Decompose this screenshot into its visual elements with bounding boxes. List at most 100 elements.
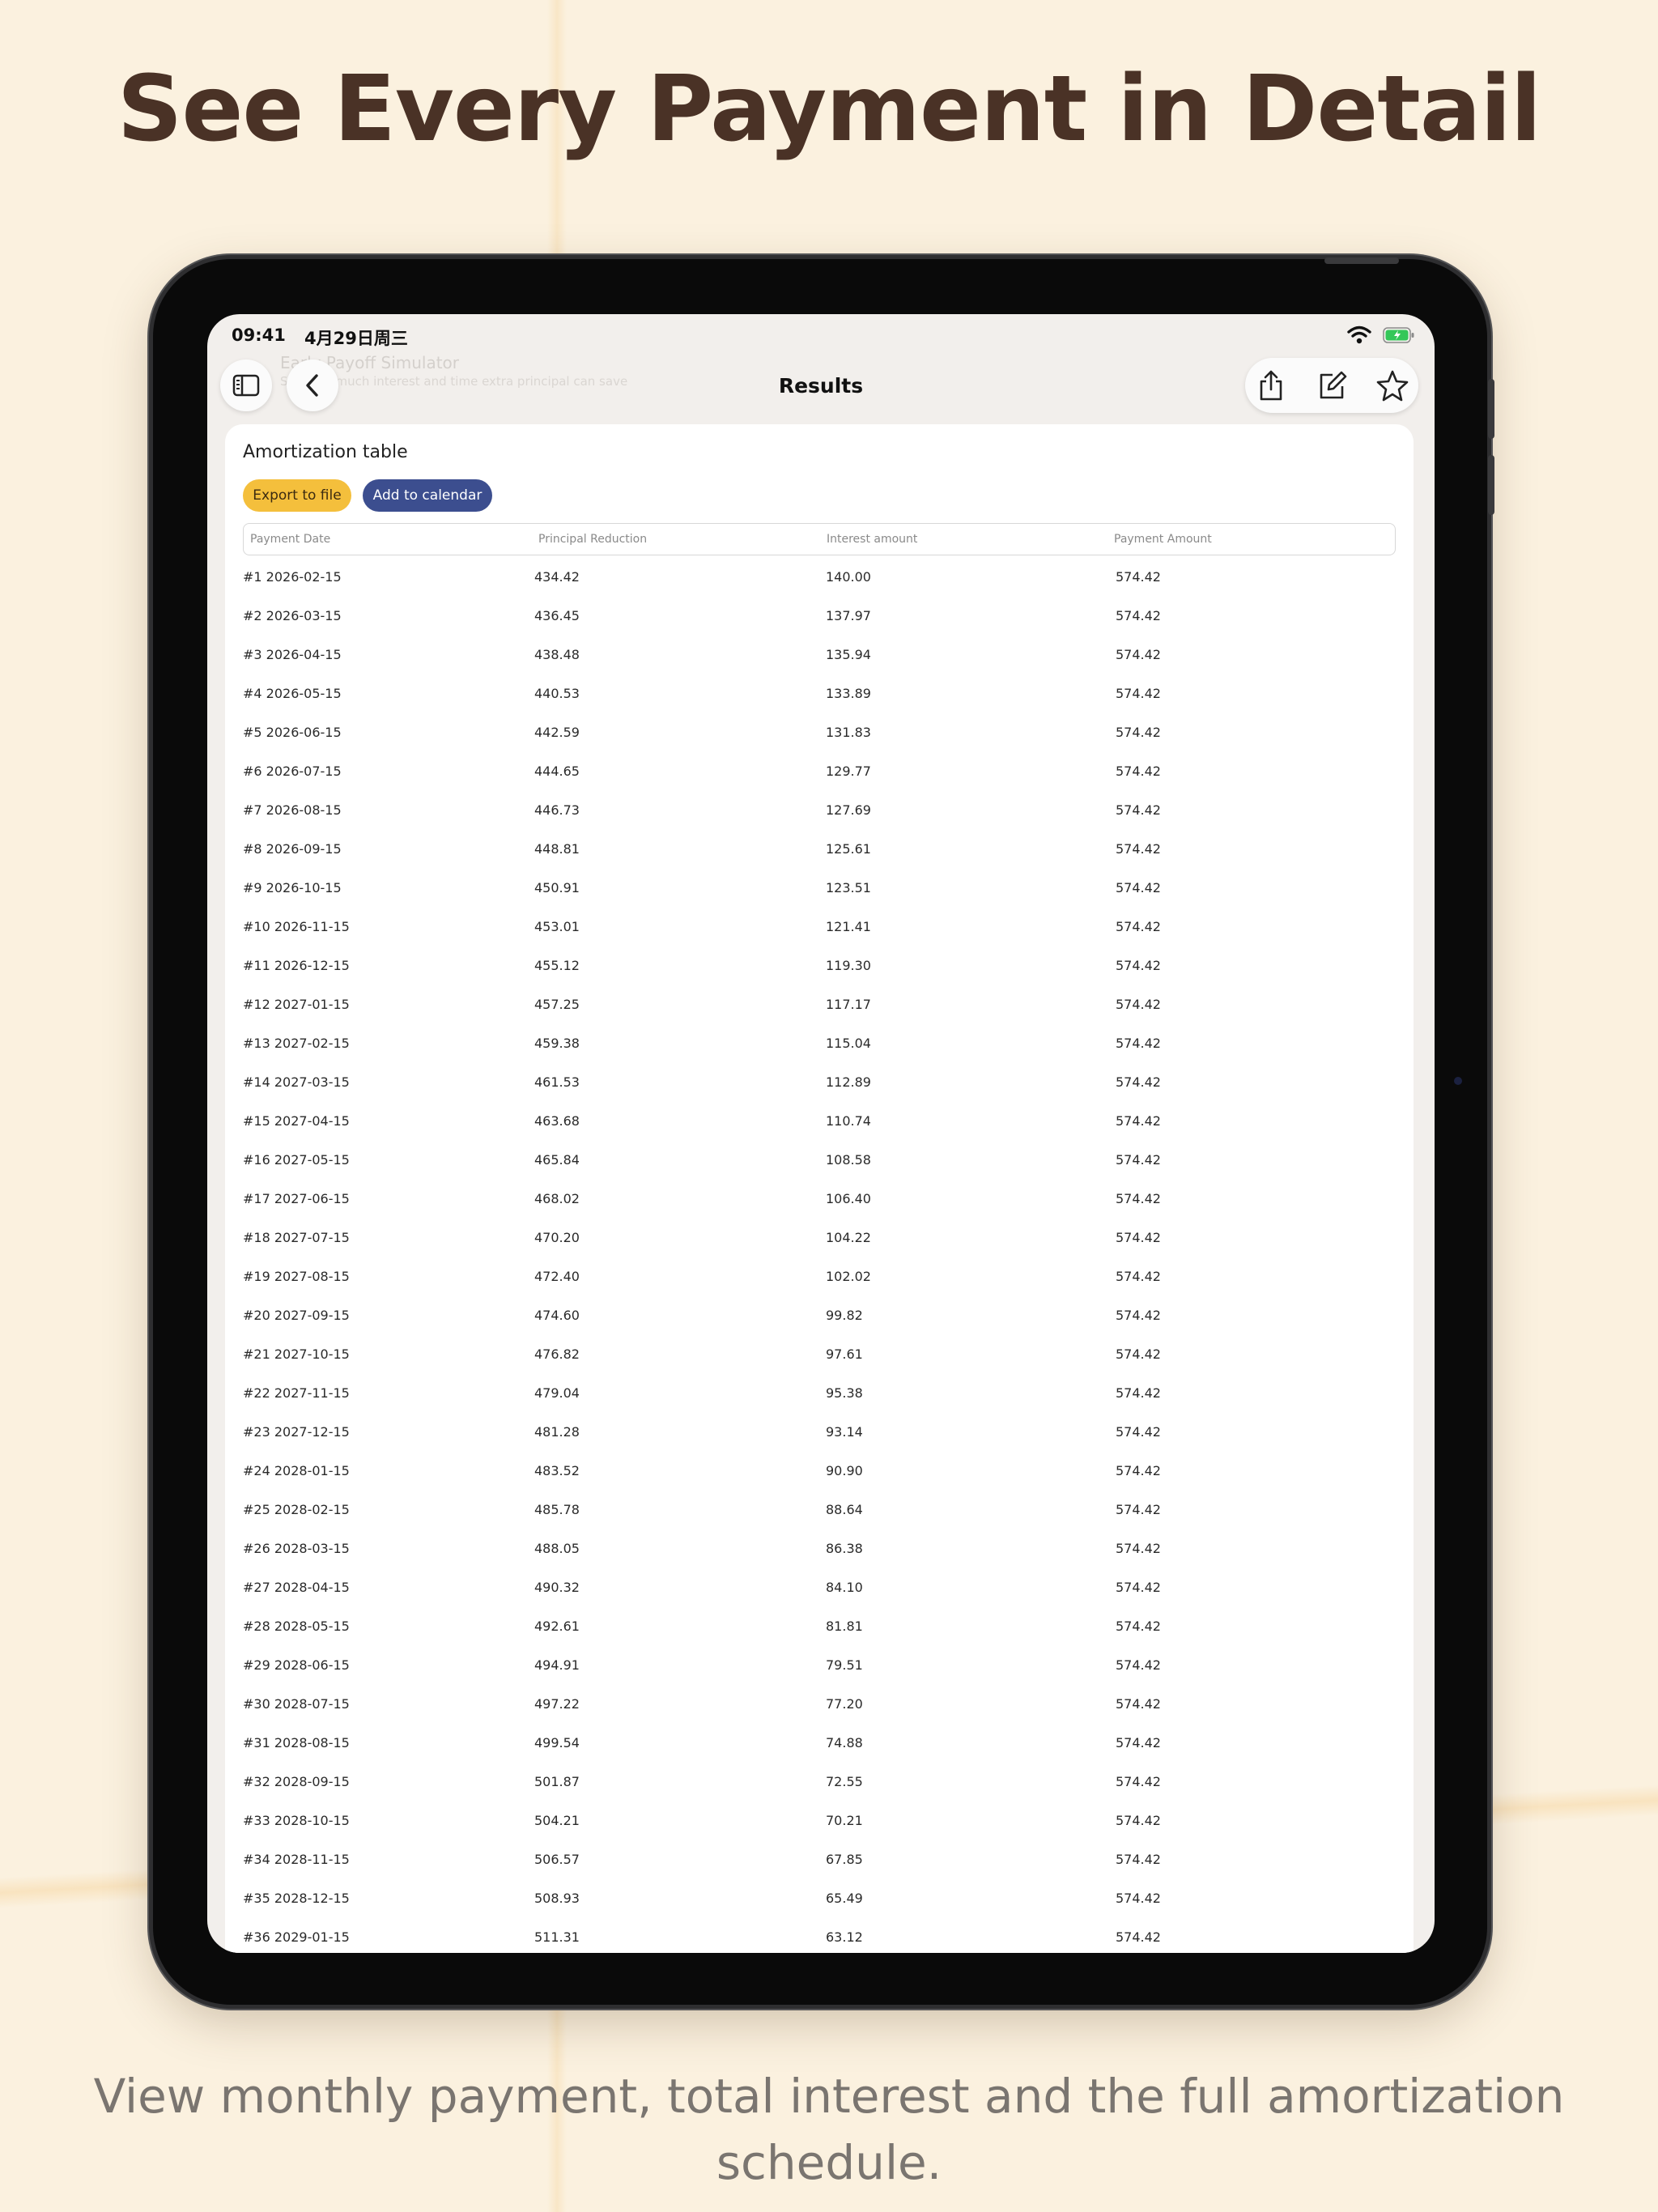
table-row: #33 2028-10-15 504.21 70.21 574.42 bbox=[243, 1799, 1396, 1838]
export-to-file-button[interactable]: Export to file bbox=[243, 479, 351, 512]
share-icon bbox=[1260, 370, 1282, 401]
interest-amount-cell: 97.61 bbox=[826, 1346, 863, 1362]
payment-date-cell: #16 2027-05-15 bbox=[243, 1152, 350, 1168]
principal-reduction-cell: 448.81 bbox=[534, 841, 580, 857]
interest-amount-cell: 127.69 bbox=[826, 802, 871, 818]
payment-date-cell: #29 2028-06-15 bbox=[243, 1657, 350, 1673]
navigation-bar: Early Payoff Simulator See how much inte… bbox=[207, 350, 1435, 428]
table-row: #31 2028-08-15 499.54 74.88 574.42 bbox=[243, 1721, 1396, 1760]
principal-reduction-cell: 450.91 bbox=[534, 880, 580, 895]
payment-amount-cell: 574.42 bbox=[1116, 802, 1161, 818]
interest-amount-cell: 137.97 bbox=[826, 608, 871, 623]
table-row: #34 2028-11-15 506.57 67.85 574.42 bbox=[243, 1838, 1396, 1877]
payment-amount-cell: 574.42 bbox=[1116, 958, 1161, 973]
payment-amount-cell: 574.42 bbox=[1116, 1191, 1161, 1206]
interest-amount-cell: 123.51 bbox=[826, 880, 871, 895]
table-row: #12 2027-01-15 457.25 117.17 574.42 bbox=[243, 983, 1396, 1022]
app-screen: 09:41 4月29日周三 Early Payoff Simulator See… bbox=[207, 314, 1435, 1953]
interest-amount-cell: 81.81 bbox=[826, 1619, 863, 1634]
table-body[interactable]: #1 2026-02-15 434.42 140.00 574.42 #2 2026-0… bbox=[243, 555, 1396, 1953]
principal-reduction-cell: 455.12 bbox=[534, 958, 580, 973]
marketing-headline: See Every Payment in Detail bbox=[117, 57, 1541, 162]
marketing-caption: View monthly payment, total interest and… bbox=[93, 2069, 1565, 2190]
payment-date-cell: #26 2028-03-15 bbox=[243, 1541, 350, 1556]
principal-reduction-cell: 457.25 bbox=[534, 997, 580, 1012]
column-header: Principal Reduction bbox=[538, 533, 648, 546]
payment-date-cell: #17 2027-06-15 bbox=[243, 1191, 350, 1206]
payment-amount-cell: 574.42 bbox=[1116, 1463, 1161, 1478]
add-to-calendar-button[interactable]: Add to calendar bbox=[363, 479, 492, 512]
table-row: #6 2026-07-15 444.65 129.77 574.42 bbox=[243, 750, 1396, 789]
principal-reduction-cell: 497.22 bbox=[534, 1696, 580, 1712]
status-date: 4月29日周三 bbox=[304, 329, 408, 348]
payment-amount-cell: 574.42 bbox=[1116, 1385, 1161, 1401]
payment-amount-cell: 574.42 bbox=[1116, 647, 1161, 662]
payment-amount-cell: 574.42 bbox=[1116, 1929, 1161, 1945]
table-row: #26 2028-03-15 488.05 86.38 574.42 bbox=[243, 1527, 1396, 1566]
payment-amount-cell: 574.42 bbox=[1116, 608, 1161, 623]
principal-reduction-cell: 476.82 bbox=[534, 1346, 580, 1362]
interest-amount-cell: 88.64 bbox=[826, 1502, 863, 1517]
payment-amount-cell: 574.42 bbox=[1116, 1580, 1161, 1595]
interest-amount-cell: 121.41 bbox=[826, 919, 871, 934]
table-row: #30 2028-07-15 497.22 77.20 574.42 bbox=[243, 1682, 1396, 1721]
interest-amount-cell: 108.58 bbox=[826, 1152, 871, 1168]
share-button[interactable] bbox=[1255, 369, 1287, 402]
payment-date-cell: #14 2027-03-15 bbox=[243, 1074, 350, 1090]
table-row: #23 2027-12-15 481.28 93.14 574.42 bbox=[243, 1410, 1396, 1449]
payment-date-cell: #8 2026-09-15 bbox=[243, 841, 342, 857]
edit-button[interactable] bbox=[1316, 369, 1349, 402]
payment-amount-cell: 574.42 bbox=[1116, 1774, 1161, 1789]
device-top-button bbox=[1324, 257, 1399, 264]
table-row: #17 2027-06-15 468.02 106.40 574.42 bbox=[243, 1177, 1396, 1216]
principal-reduction-cell: 501.87 bbox=[534, 1774, 580, 1789]
payment-date-cell: #21 2027-10-15 bbox=[243, 1346, 350, 1362]
interest-amount-cell: 93.14 bbox=[826, 1424, 863, 1440]
principal-reduction-cell: 438.48 bbox=[534, 647, 580, 662]
payment-amount-cell: 574.42 bbox=[1116, 1424, 1161, 1440]
principal-reduction-cell: 483.52 bbox=[534, 1463, 580, 1478]
star-icon bbox=[1376, 370, 1409, 402]
principal-reduction-cell: 479.04 bbox=[534, 1385, 580, 1401]
table-row: #7 2026-08-15 446.73 127.69 574.42 bbox=[243, 789, 1396, 827]
favorite-button[interactable] bbox=[1376, 369, 1409, 402]
principal-reduction-cell: 499.54 bbox=[534, 1735, 580, 1750]
payment-date-cell: #11 2026-12-15 bbox=[243, 958, 350, 973]
payment-amount-cell: 574.42 bbox=[1116, 1813, 1161, 1828]
payment-date-cell: #35 2028-12-15 bbox=[243, 1891, 350, 1906]
payment-date-cell: #20 2027-09-15 bbox=[243, 1308, 350, 1323]
interest-amount-cell: 140.00 bbox=[826, 569, 871, 585]
column-header: Payment Amount bbox=[1114, 533, 1212, 546]
principal-reduction-cell: 511.31 bbox=[534, 1929, 580, 1945]
payment-amount-cell: 574.42 bbox=[1116, 764, 1161, 779]
table-row: #21 2027-10-15 476.82 97.61 574.42 bbox=[243, 1333, 1396, 1372]
interest-amount-cell: 74.88 bbox=[826, 1735, 863, 1750]
table-row: #8 2026-09-15 448.81 125.61 574.42 bbox=[243, 827, 1396, 866]
amortization-card: Amortization table Export to file Add to… bbox=[225, 424, 1414, 1953]
table-row: #2 2026-03-15 436.45 137.97 574.42 bbox=[243, 594, 1396, 633]
payment-date-cell: #2 2026-03-15 bbox=[243, 608, 342, 623]
table-row: #25 2028-02-15 485.78 88.64 574.42 bbox=[243, 1488, 1396, 1527]
interest-amount-cell: 135.94 bbox=[826, 647, 871, 662]
principal-reduction-cell: 446.73 bbox=[534, 802, 580, 818]
payment-date-cell: #7 2026-08-15 bbox=[243, 802, 342, 818]
payment-amount-cell: 574.42 bbox=[1116, 1696, 1161, 1712]
payment-date-cell: #18 2027-07-15 bbox=[243, 1230, 350, 1245]
status-bar: 09:41 4月29日周三 bbox=[227, 322, 1415, 350]
payment-date-cell: #3 2026-04-15 bbox=[243, 647, 342, 662]
table-row: #15 2027-04-15 463.68 110.74 574.42 bbox=[243, 1100, 1396, 1138]
payment-amount-cell: 574.42 bbox=[1116, 1152, 1161, 1168]
table-row: #27 2028-04-15 490.32 84.10 574.42 bbox=[243, 1566, 1396, 1605]
payment-amount-cell: 574.42 bbox=[1116, 1269, 1161, 1284]
payment-amount-cell: 574.42 bbox=[1116, 1735, 1161, 1750]
payment-amount-cell: 574.42 bbox=[1116, 1852, 1161, 1867]
principal-reduction-cell: 444.65 bbox=[534, 764, 580, 779]
principal-reduction-cell: 463.68 bbox=[534, 1113, 580, 1129]
payment-amount-cell: 574.42 bbox=[1116, 997, 1161, 1012]
payment-date-cell: #13 2027-02-15 bbox=[243, 1036, 350, 1051]
payment-amount-cell: 574.42 bbox=[1116, 919, 1161, 934]
interest-amount-cell: 133.89 bbox=[826, 686, 871, 701]
payment-amount-cell: 574.42 bbox=[1116, 841, 1161, 857]
payment-date-cell: #34 2028-11-15 bbox=[243, 1852, 350, 1867]
interest-amount-cell: 117.17 bbox=[826, 997, 871, 1012]
